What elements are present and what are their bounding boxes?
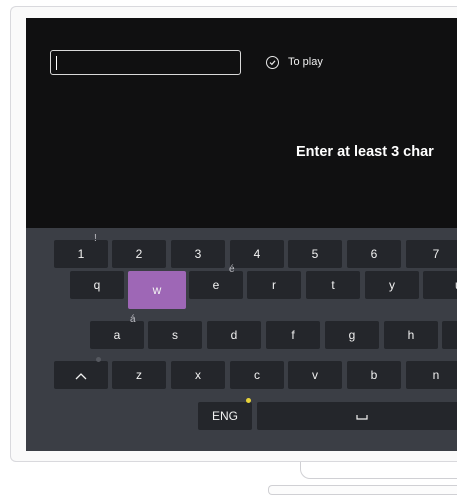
key-z[interactable]: z <box>112 361 166 389</box>
key-t[interactable]: t <box>306 271 360 299</box>
key-n[interactable]: n <box>406 361 457 389</box>
key-x[interactable]: x <box>171 361 225 389</box>
key-5[interactable]: 5 <box>288 240 342 268</box>
shift-key[interactable] <box>54 357 108 389</box>
key-5-label: 5 <box>311 247 319 261</box>
key-c-label: c <box>254 368 260 382</box>
language-key-label: ENG <box>211 409 238 423</box>
key-y[interactable]: y <box>365 271 419 299</box>
key-e[interactable]: e é <box>189 264 243 299</box>
key-1-alt: ! <box>94 233 97 244</box>
key-e-alt: é <box>229 264 235 275</box>
key-h[interactable]: h <box>384 321 438 349</box>
tv-stand-neck <box>300 462 457 479</box>
key-1-label: 1 <box>77 247 85 261</box>
key-d[interactable]: d <box>207 321 261 349</box>
language-indicator-dot <box>246 398 251 403</box>
key-s[interactable]: s <box>148 321 202 349</box>
key-c[interactable]: c <box>230 361 284 389</box>
key-f-label: f <box>291 328 295 342</box>
key-x-label: x <box>195 368 201 382</box>
key-z-label: z <box>136 368 142 382</box>
key-6-label: 6 <box>370 247 378 261</box>
key-d-label: d <box>230 328 238 342</box>
key-7-label: 7 <box>432 247 440 261</box>
key-b[interactable]: b <box>347 361 401 389</box>
key-t-label: t <box>331 278 335 292</box>
key-a-alt: á <box>130 314 136 325</box>
key-2[interactable]: 2 <box>112 240 166 268</box>
language-key[interactable]: ENG <box>198 398 252 430</box>
hint-message: Enter at least 3 char <box>296 144 434 160</box>
key-r[interactable]: r <box>247 271 301 299</box>
key-e-label: e <box>212 278 220 292</box>
key-s-label: s <box>172 328 178 342</box>
on-screen-keyboard: 1 ! 2 3 4 5 6 7 q w e é r t y u a á s d … <box>26 228 457 451</box>
check-circle-icon <box>266 56 279 69</box>
key-6[interactable]: 6 <box>347 240 401 268</box>
key-f[interactable]: f <box>266 321 320 349</box>
tv-screen: To play Enter at least 3 char 1 ! 2 3 4 … <box>26 18 457 451</box>
tv-stand-base <box>268 485 457 495</box>
key-b-label: b <box>370 368 378 382</box>
key-q[interactable]: q <box>70 271 124 299</box>
key-r-label: r <box>272 278 276 292</box>
key-n-label: n <box>432 368 440 382</box>
space-key[interactable] <box>257 402 457 430</box>
key-v[interactable]: v <box>288 361 342 389</box>
key-g[interactable]: g <box>325 321 379 349</box>
key-w-label: w <box>152 283 162 297</box>
caret-up-icon <box>75 372 87 380</box>
text-caret <box>56 56 57 70</box>
key-3[interactable]: 3 <box>171 240 225 268</box>
key-g-label: g <box>348 328 356 342</box>
key-a[interactable]: a á <box>90 314 144 349</box>
search-input[interactable] <box>50 50 241 75</box>
key-q-label: q <box>93 278 101 292</box>
key-4[interactable]: 4 <box>230 240 284 268</box>
key-2-label: 2 <box>135 247 143 261</box>
key-7[interactable]: 7 <box>406 240 457 268</box>
key-h-label: h <box>407 328 415 342</box>
key-4-label: 4 <box>253 247 261 261</box>
key-y-label: y <box>389 278 395 292</box>
to-play-label: To play <box>288 56 323 68</box>
key-w[interactable]: w <box>128 271 186 309</box>
key-j[interactable] <box>442 321 457 349</box>
key-3-label: 3 <box>194 247 202 261</box>
key-v-label: v <box>312 368 318 382</box>
key-1[interactable]: 1 ! <box>54 233 108 268</box>
shift-indicator-dot <box>96 357 101 362</box>
space-bar-icon <box>355 414 368 420</box>
key-a-label: a <box>113 328 121 342</box>
key-u[interactable]: u <box>423 271 457 299</box>
